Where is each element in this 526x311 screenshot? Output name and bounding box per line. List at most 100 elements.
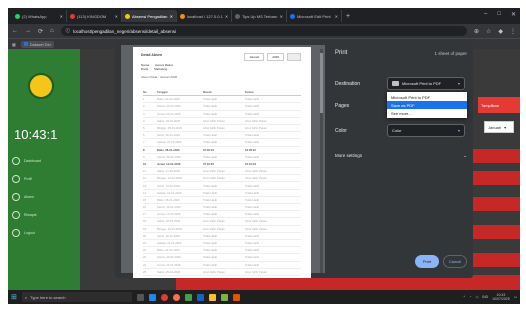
sidebar-item[interactable]: Absen — [12, 193, 74, 201]
new-tab-icon[interactable]: + — [346, 13, 350, 20]
network-icon[interactable]: ◔ — [469, 295, 471, 299]
table-row: 25 Sabtu, 25-01-2026 Libur Akhir Pekan Libu… — [143, 269, 301, 276]
app-icon[interactable] — [232, 293, 240, 301]
tab-label: (2) WhatsApp — [22, 13, 47, 19]
close-tab-icon[interactable]: ✕ — [115, 14, 118, 19]
more-settings-toggle[interactable]: More settings ⌄ — [335, 153, 467, 159]
close-tab-icon[interactable]: ✕ — [225, 14, 228, 19]
taskbar-search[interactable]: ⌕ Type here to search — [21, 292, 132, 302]
search-icon: ⌕ — [24, 294, 28, 300]
close-tab-icon[interactable]: ✕ — [280, 14, 283, 19]
table-row: 18 Sabtu, 18-01-2026 Libur Akhir Pekan Libu… — [143, 218, 301, 226]
close-tab-icon[interactable]: ✕ — [60, 14, 63, 19]
firefox-icon[interactable] — [172, 293, 180, 301]
word-icon[interactable] — [196, 293, 204, 301]
apps-icon[interactable]: ▦ — [12, 42, 16, 47]
table-cell: 6 — [143, 133, 145, 138]
tray-chevron-icon[interactable]: ^ — [464, 295, 466, 299]
filter-button — [287, 53, 301, 61]
maximize-icon[interactable]: □ — [497, 11, 501, 18]
url-field[interactable]: ⓘ localhost/pengadilan_negeri/absensi/de… — [60, 26, 467, 36]
table-row: 10 Jumat, 10-01-2026 07:10:45 16:01:03 — [143, 161, 301, 169]
minimize-icon[interactable]: – — [484, 11, 487, 18]
table-cell: 5 — [143, 126, 145, 131]
table-row: 8 Rabu, 08-01-2026 07:02:10 16:05:22 — [143, 147, 301, 154]
month-filter: Januari — [244, 53, 265, 61]
table-cell: Tidak Hadir — [203, 212, 218, 217]
table-cell: Minggu, 05-01-2026 — [157, 126, 183, 131]
dropdown-option[interactable]: Microsoft Print to PDF — [387, 93, 467, 101]
table-row: 13 Senin, 13-01-2026 Tidak Hadir Tidak Hadi… — [143, 182, 301, 190]
edge-icon[interactable] — [148, 293, 156, 301]
tab-favicon-icon — [180, 13, 185, 19]
menu-icon[interactable]: ⋮ — [510, 28, 516, 35]
browser-tab[interactable]: Microsoft Edit Print ✕ — [287, 10, 342, 22]
print-button[interactable]: Print — [415, 255, 439, 268]
browser-tab[interactable]: Absensi Pengadilan ✕ — [122, 10, 177, 22]
table-cell: Sabtu, 11-01-2026 — [157, 169, 180, 174]
volume-icon[interactable]: ◁ — [475, 295, 478, 299]
task-view-icon[interactable] — [136, 293, 144, 301]
table-cell: Jumat, 10-01-2026 — [157, 161, 181, 166]
close-icon[interactable]: ✕ — [511, 11, 516, 18]
destination-dropdown: Microsoft Print to PDF Save as PDF See m… — [387, 92, 467, 118]
notification-icon[interactable]: ▭ — [514, 295, 517, 299]
sidebar-item[interactable]: Riwayat — [12, 211, 74, 219]
preview-page: Detail Absen Januari 2026 Nama Aurora Rat… — [133, 47, 311, 278]
zoom-icon[interactable]: ⊕ — [474, 28, 479, 35]
print-dialog: Detail Absen Januari 2026 Nama Aurora Rat… — [115, 41, 473, 278]
reload-icon[interactable]: ⟳ — [38, 28, 43, 35]
windows-start-icon[interactable]: ⊞ — [11, 293, 17, 301]
sidebar-item[interactable]: Logout — [12, 229, 74, 237]
cancel-button[interactable]: Cancel — [443, 255, 467, 268]
close-tab-icon[interactable]: ✕ — [170, 14, 173, 19]
sidebar-item[interactable]: Dashboard — [12, 157, 74, 165]
close-tab-icon[interactable]: ✕ — [335, 14, 338, 19]
table-cell: 7 — [143, 140, 145, 145]
back-icon[interactable]: ← — [12, 28, 18, 34]
table-cell: Tidak Hadir — [203, 233, 218, 238]
menu-icon — [12, 175, 20, 183]
table-cell: Kamis, 09-01-2026 — [157, 154, 181, 159]
tab-favicon-icon — [235, 13, 240, 19]
forward-icon[interactable]: → — [25, 28, 31, 34]
table-row: 17 Jumat, 17-01-2026 Tidak Hadir Tidak Hadi… — [143, 211, 301, 219]
preview-scrollbar[interactable] — [320, 49, 323, 273]
browser-tab[interactable]: (113) KINGDOM ✕ — [67, 10, 122, 22]
info-icon[interactable]: ⓘ — [66, 28, 71, 34]
browser-tab[interactable]: (2) WhatsApp ✕ — [12, 10, 67, 22]
color-select[interactable]: Color ▾ — [387, 124, 465, 137]
address-bar: ← → ⟳ ⌂ ⓘ localhost/pengadilan_negeri/ab… — [8, 24, 520, 38]
file-explorer-icon[interactable] — [208, 293, 216, 301]
language-indicator[interactable]: IND — [482, 295, 488, 299]
show-button[interactable]: Tampilkan — [478, 97, 520, 113]
table-cell: Libur Akhir Pekan — [245, 277, 281, 278]
table-row: 6 Senin, 06-01-2026 Tidak Hadir Tidak Hadir — [143, 132, 301, 140]
browser-tab[interactable]: Tips Up MS Terbaru ✕ — [232, 10, 287, 22]
extensions-icon[interactable]: ◆ — [498, 28, 503, 35]
bookmark-item[interactable]: Dataset Diri — [20, 40, 54, 48]
chrome-icon[interactable] — [160, 293, 168, 301]
dropdown-option[interactable]: Save as PDF — [387, 101, 467, 109]
destination-select[interactable]: Microsoft Print to PDF ▾ — [387, 77, 465, 90]
table-cell: Tidak Hadir — [245, 111, 260, 116]
table-cell: Tidak Hadir — [203, 205, 218, 210]
dropdown-option[interactable]: See more... — [387, 109, 467, 117]
app-icon[interactable] — [220, 293, 228, 301]
scroll-thumb[interactable] — [320, 53, 323, 113]
tab-bar: (2) WhatsApp ✕ (113) KINGDOM ✕ Absensi Penga… — [8, 8, 520, 24]
store-icon[interactable] — [184, 293, 192, 301]
star-icon[interactable]: ☆ — [486, 28, 491, 35]
division-label: Divisi — [141, 67, 149, 71]
sidebar-item[interactable]: Profil — [12, 175, 74, 183]
clock-tray[interactable]: 10:43 10/07/2025 — [492, 293, 510, 301]
month-select[interactable]: Januari ▾ — [484, 121, 514, 133]
table-cell: 1 — [143, 97, 145, 102]
table-cell: 3 — [143, 111, 145, 116]
browser-tab[interactable]: localhost / 127.0.0.1 ✕ — [177, 10, 232, 22]
table-cell: Rabu, 08-01-2026 — [157, 147, 180, 152]
printer-icon — [392, 81, 399, 86]
court-logo-icon — [28, 73, 54, 99]
home-icon[interactable]: ⌂ — [50, 28, 54, 34]
table-cell: Libur Akhir Pekan — [203, 277, 239, 278]
